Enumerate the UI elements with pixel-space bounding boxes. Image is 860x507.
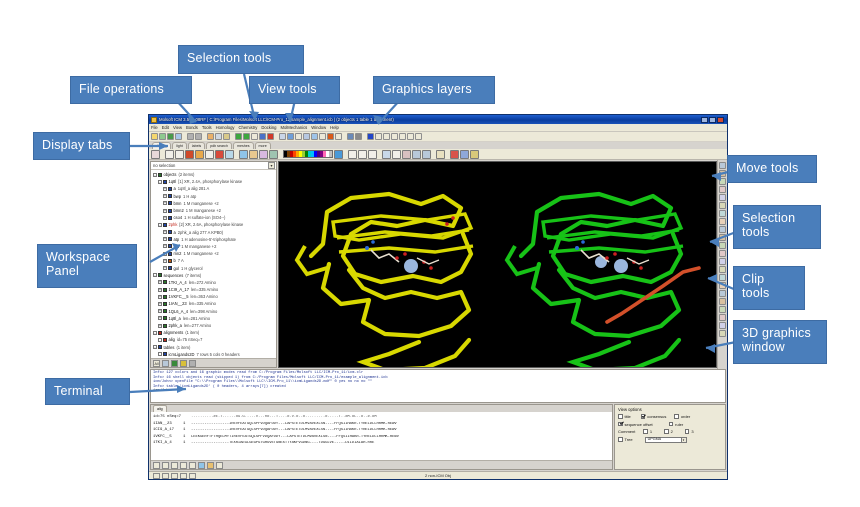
callout-graphics-window: 3D graphics window [733,320,827,364]
callout-workspace-panel: Workspace Panel [37,244,137,288]
callout-clip-tools: Clip tools [733,266,805,310]
callout-graphics-layers: Graphics layers [373,76,495,104]
callout-terminal: Terminal [45,378,130,405]
callout-display-tabs: Display tabs [33,132,130,160]
callout-view-tools: View tools [249,76,340,104]
callout-move-tools: Move tools [727,155,817,183]
callout-selection-tools-right: Selection tools [733,205,821,249]
callout-selection-tools-top: Selection tools [178,45,304,74]
callout-file-operations: File operations [70,76,192,104]
